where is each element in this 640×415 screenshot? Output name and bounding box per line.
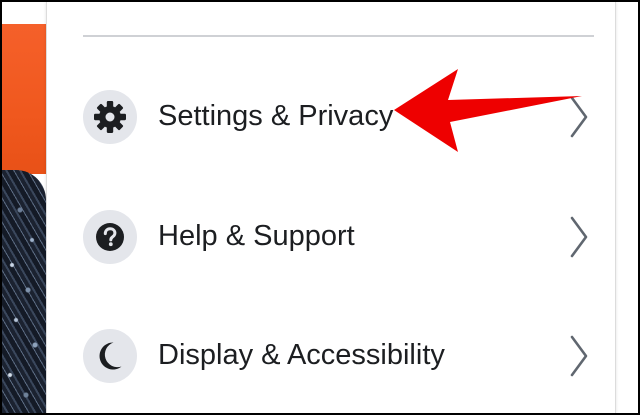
menu-divider xyxy=(83,35,594,37)
chevron-right-icon xyxy=(570,335,588,377)
cover-photo xyxy=(2,24,46,174)
gear-icon xyxy=(83,90,137,144)
menu-item-display-accessibility[interactable]: Display & Accessibility xyxy=(47,307,615,403)
menu-item-label: Settings & Privacy xyxy=(158,100,394,132)
screenshot-frame: Settings & Privacy Help & Support Displa… xyxy=(0,0,640,415)
chevron-right-icon xyxy=(570,216,588,258)
moon-icon xyxy=(83,329,137,383)
menu-item-help-support[interactable]: Help & Support xyxy=(47,188,615,284)
profile-cover-background xyxy=(2,2,46,413)
menu-item-label: Help & Support xyxy=(158,220,355,252)
menu-panel: Settings & Privacy Help & Support Displa… xyxy=(46,2,616,413)
profile-photo xyxy=(2,170,46,413)
red-arrow-pointer xyxy=(394,69,582,152)
menu-item-label: Display & Accessibility xyxy=(158,339,445,371)
question-circle-icon xyxy=(83,210,137,264)
